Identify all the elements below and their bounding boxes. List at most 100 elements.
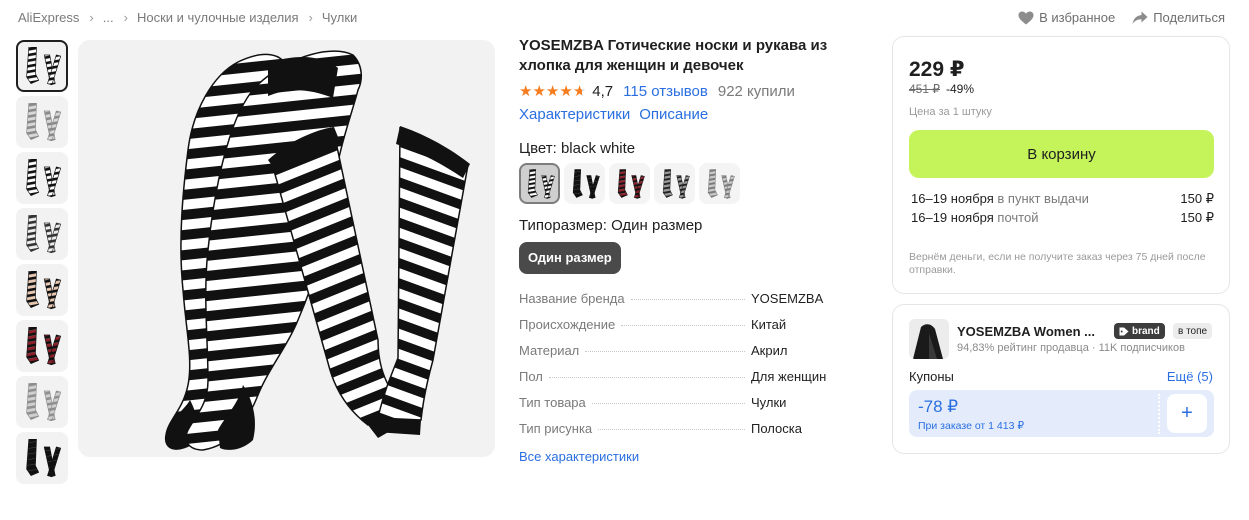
seller-meta: 94,83% рейтинг продавца · 11K подписчико… bbox=[957, 342, 1185, 354]
color-swatch[interactable] bbox=[564, 163, 605, 204]
thumbnail-image bbox=[26, 270, 62, 310]
all-specs-link[interactable]: Все характеристики bbox=[519, 449, 849, 464]
thumbnail-item[interactable] bbox=[16, 40, 68, 92]
seller-logo-image bbox=[909, 319, 949, 359]
spec-leader bbox=[630, 299, 745, 300]
tag-icon bbox=[1119, 327, 1129, 335]
spec-key: Тип рисунка bbox=[519, 421, 593, 436]
spec-leader bbox=[591, 403, 745, 404]
star-icon: ★ bbox=[545, 83, 560, 100]
shipping-method: в пункт выдачи bbox=[997, 191, 1089, 206]
shipping-date: 16–19 ноября bbox=[911, 191, 994, 206]
spec-value: Китай bbox=[751, 317, 787, 332]
price: 229 ₽ bbox=[909, 58, 965, 81]
thumbnail-item[interactable] bbox=[16, 264, 68, 316]
thumbnail-item[interactable] bbox=[16, 96, 68, 148]
thumbnail-image bbox=[26, 382, 62, 422]
breadcrumb: AliExpress › ... › Носки и чулочные изде… bbox=[18, 10, 357, 25]
thumbnail-item[interactable] bbox=[16, 320, 68, 372]
coupon-card[interactable]: -78 ₽ При заказе от 1 413 ₽ + bbox=[909, 390, 1214, 437]
size-option-button[interactable]: Один размер bbox=[519, 242, 621, 274]
spec-list: Название бренда YOSEMZBA Происхождение Кита… bbox=[519, 291, 849, 447]
seller-name[interactable]: YOSEMZBA Women ... bbox=[957, 324, 1095, 339]
rating-row: ★ ★ ★ ★ ★ 4,7 115 отзывов 922 купили bbox=[519, 83, 849, 100]
thumbnail-image bbox=[26, 214, 62, 254]
spec-value: Чулки bbox=[751, 395, 787, 410]
thumbnail-image bbox=[26, 438, 62, 478]
rating-value: 4,7 bbox=[592, 83, 614, 100]
swatch-image bbox=[662, 168, 690, 199]
seller-avatar[interactable] bbox=[909, 319, 949, 359]
star-rating: ★ ★ ★ ★ ★ bbox=[519, 84, 586, 99]
breadcrumb-item-ellipsis[interactable]: ... bbox=[103, 10, 114, 25]
coupon-divider bbox=[1158, 394, 1160, 434]
thumbnail-list bbox=[16, 40, 68, 488]
unit-price-note: Цена за 1 штуку bbox=[909, 106, 992, 118]
spec-row: Тип товара Чулки bbox=[519, 395, 849, 421]
color-swatches bbox=[519, 163, 849, 204]
breadcrumb-item-aliexpress[interactable]: AliExpress bbox=[18, 10, 79, 25]
spec-key: Материал bbox=[519, 343, 580, 358]
bought-count: 922 купили bbox=[717, 83, 795, 100]
chevron-right-icon: › bbox=[123, 10, 128, 25]
coupon-condition: При заказе от 1 413 ₽ bbox=[918, 420, 1025, 432]
add-to-cart-button[interactable]: В корзину bbox=[909, 130, 1214, 178]
coupons-label: Купоны bbox=[909, 369, 954, 384]
spec-leader bbox=[585, 351, 745, 352]
thumbnail-item[interactable] bbox=[16, 376, 68, 428]
spec-leader bbox=[621, 325, 745, 326]
refund-note: Вернём деньги, если не получите заказ че… bbox=[909, 251, 1206, 276]
main-product-image[interactable] bbox=[78, 40, 495, 457]
shipping-option-pickup: 16–19 ноября в пункт выдачи 150 ₽ bbox=[911, 191, 1214, 207]
plus-icon: + bbox=[1181, 402, 1193, 424]
spec-key: Тип товара bbox=[519, 395, 586, 410]
shipping-option-post: 16–19 ноября почтой 150 ₽ bbox=[911, 210, 1214, 226]
spec-row: Тип рисунка Полоска bbox=[519, 421, 849, 447]
spec-value: Для женщин bbox=[751, 369, 827, 384]
color-swatch[interactable] bbox=[519, 163, 560, 204]
add-coupon-button[interactable]: + bbox=[1167, 394, 1207, 433]
shipping-date: 16–19 ноября bbox=[911, 210, 994, 225]
thumbnail-item[interactable] bbox=[16, 208, 68, 260]
old-price: 451 ₽ bbox=[909, 82, 940, 96]
heart-icon bbox=[1018, 11, 1034, 24]
thumbnail-item[interactable] bbox=[16, 152, 68, 204]
color-swatch[interactable] bbox=[609, 163, 650, 204]
spec-row: Название бренда YOSEMZBA bbox=[519, 291, 849, 317]
star-icon: ★ bbox=[519, 83, 533, 100]
characteristics-link[interactable]: Характеристики bbox=[519, 106, 630, 123]
share-icon bbox=[1132, 11, 1148, 24]
spec-row: Происхождение Китай bbox=[519, 317, 849, 343]
star-icon: ★ bbox=[572, 83, 587, 100]
breadcrumb-item-socks[interactable]: Носки и чулочные изделия bbox=[137, 10, 299, 25]
size-label: Типоразмер: Один размер bbox=[519, 217, 703, 234]
swatch-image bbox=[572, 168, 600, 199]
shipping-method: почтой bbox=[997, 210, 1039, 225]
description-link[interactable]: Описание bbox=[639, 106, 708, 123]
breadcrumb-item-stockings[interactable]: Чулки bbox=[322, 10, 357, 25]
favorite-label: В избранное bbox=[1039, 10, 1116, 25]
brand-badge-label: brand bbox=[1132, 325, 1160, 337]
color-swatch[interactable] bbox=[699, 163, 740, 204]
favorite-button[interactable]: В избранное bbox=[1018, 10, 1115, 25]
swatch-image bbox=[617, 168, 645, 199]
coupons-more-link[interactable]: Ещё (5) bbox=[1167, 369, 1213, 384]
spec-row: Пол Для женщин bbox=[519, 369, 849, 395]
spec-key: Пол bbox=[519, 369, 543, 384]
thumbnail-image bbox=[26, 158, 62, 198]
swatch-image bbox=[707, 168, 735, 199]
top-badge: в топе bbox=[1173, 323, 1213, 339]
thumbnail-item[interactable] bbox=[16, 432, 68, 484]
spec-leader bbox=[598, 429, 745, 430]
discount-badge: -49% bbox=[946, 82, 975, 96]
star-icon: ★ bbox=[559, 83, 573, 100]
share-button[interactable]: Поделиться bbox=[1132, 10, 1225, 25]
reviews-link[interactable]: 115 отзывов bbox=[623, 83, 708, 100]
spec-key: Название бренда bbox=[519, 291, 625, 306]
color-swatch[interactable] bbox=[654, 163, 695, 204]
color-label: Цвет: black white bbox=[519, 140, 636, 157]
spec-row: Материал Акрил bbox=[519, 343, 849, 369]
thumbnail-image bbox=[26, 102, 62, 142]
seller-box: YOSEMZBA Women ... brand в топе 94,83% р… bbox=[892, 304, 1230, 454]
info-links: Характеристики Описание bbox=[519, 106, 849, 123]
